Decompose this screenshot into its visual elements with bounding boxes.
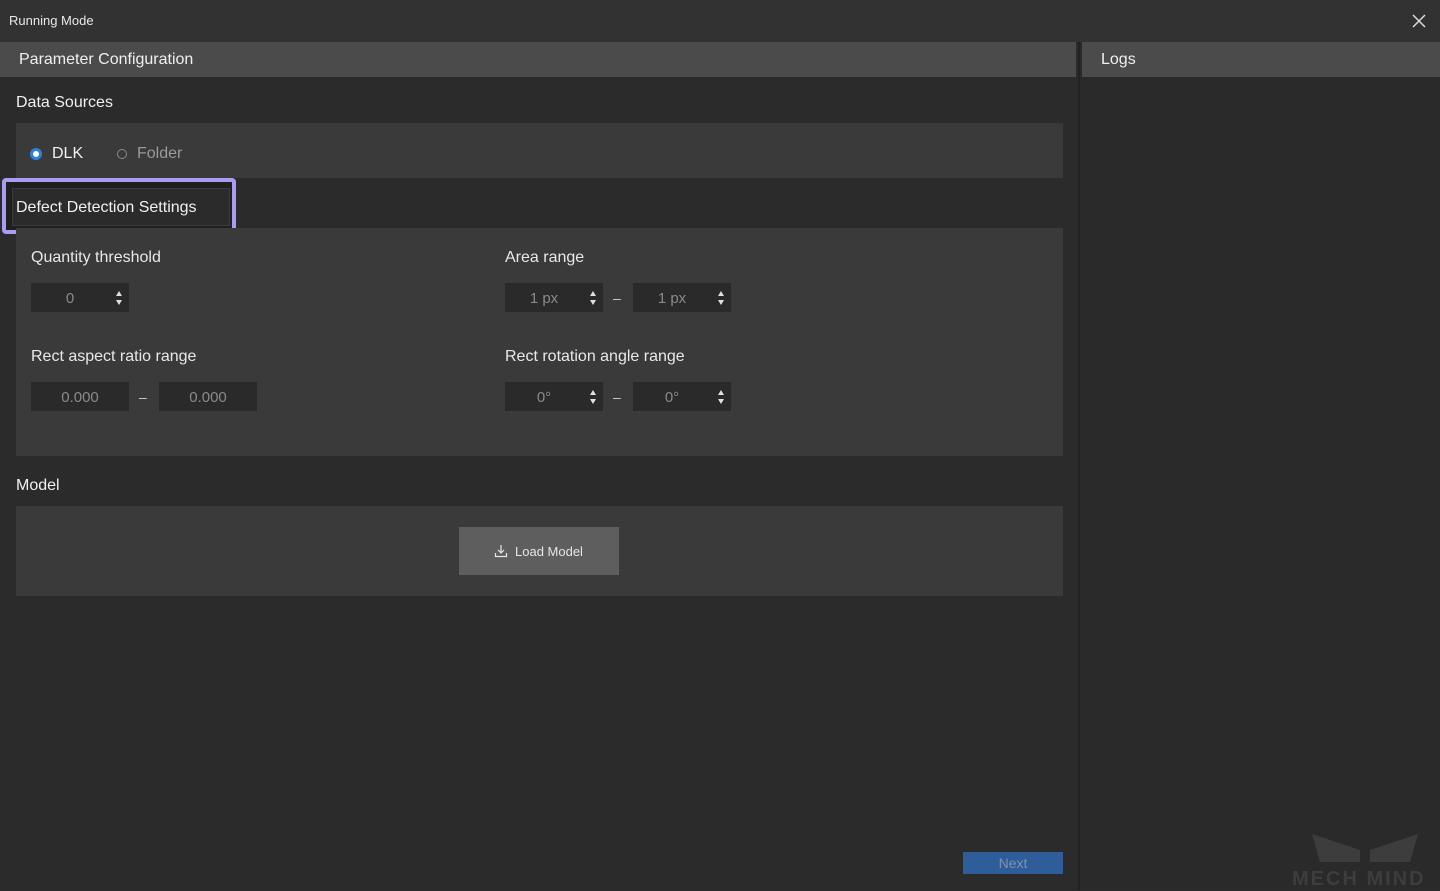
download-icon	[494, 545, 508, 558]
area-range-label: Area range	[505, 249, 585, 266]
load-model-label: Load Model	[515, 544, 583, 559]
rotation-angle-max-spinbox[interactable]: 0°	[633, 382, 731, 411]
spin-arrows-icon[interactable]	[717, 288, 725, 308]
spin-arrows-icon[interactable]	[115, 288, 123, 308]
radio-folder[interactable]: Folder	[117, 144, 182, 164]
radio-selected-icon	[30, 148, 42, 160]
rotation-angle-separator: –	[613, 389, 621, 405]
aspect-ratio-min-input[interactable]: 0.000	[31, 382, 129, 411]
area-range-max-value: 1 px	[657, 290, 687, 307]
watermark-text: MECH MIND	[1292, 868, 1426, 890]
area-range-separator: –	[613, 290, 621, 306]
aspect-ratio-max-input[interactable]: 0.000	[159, 382, 257, 411]
load-model-button[interactable]: Load Model	[459, 527, 619, 575]
area-range-min-value: 1 px	[529, 290, 559, 307]
logs-header: Logs	[1082, 42, 1440, 77]
window-title: Running Mode	[9, 13, 94, 28]
radio-folder-label: Folder	[137, 145, 183, 162]
aspect-ratio-label: Rect aspect ratio range	[31, 348, 197, 365]
spin-arrows-icon[interactable]	[717, 387, 725, 407]
aspect-ratio-min-value: 0.000	[61, 389, 99, 406]
rotation-angle-min-spinbox[interactable]: 0°	[505, 382, 603, 411]
defect-detection-settings-title: Defect Detection Settings	[16, 199, 197, 216]
next-button-label: Next	[998, 855, 1028, 871]
logs-title: Logs	[1101, 51, 1136, 68]
radio-unselected-icon	[117, 149, 127, 159]
rotation-angle-min-value: 0°	[536, 389, 552, 406]
aspect-ratio-separator: –	[139, 389, 147, 405]
defect-detection-settings-box: Quantity threshold 0 Area range 1 px – 1…	[16, 228, 1063, 456]
close-icon[interactable]	[1409, 11, 1429, 31]
parameter-configuration-title: Parameter Configuration	[19, 51, 194, 68]
quantity-threshold-spinbox[interactable]: 0	[31, 283, 129, 312]
rotation-angle-label: Rect rotation angle range	[505, 348, 685, 365]
radio-dlk[interactable]: DLK	[30, 144, 83, 164]
area-range-min-spinbox[interactable]: 1 px	[505, 283, 603, 312]
mech-mind-watermark: MECH MIND	[1290, 830, 1440, 890]
logs-panel: Logs	[1080, 42, 1440, 890]
area-range-max-spinbox[interactable]: 1 px	[633, 283, 731, 312]
data-sources-box: DLK Folder	[16, 123, 1063, 178]
quantity-threshold-label: Quantity threshold	[31, 249, 161, 266]
radio-dlk-label: DLK	[52, 145, 84, 162]
next-button[interactable]: Next	[963, 852, 1063, 874]
aspect-ratio-max-value: 0.000	[189, 389, 227, 406]
parameter-configuration-header: Parameter Configuration	[0, 42, 1076, 77]
mech-mind-logo-icon	[1312, 834, 1418, 862]
model-title: Model	[16, 477, 60, 494]
rotation-angle-max-value: 0°	[664, 389, 680, 406]
data-sources-title: Data Sources	[16, 94, 113, 111]
quantity-threshold-value: 0	[65, 290, 75, 307]
title-bar: Running Mode	[0, 0, 1440, 42]
spin-arrows-icon[interactable]	[589, 288, 597, 308]
spin-arrows-icon[interactable]	[589, 387, 597, 407]
